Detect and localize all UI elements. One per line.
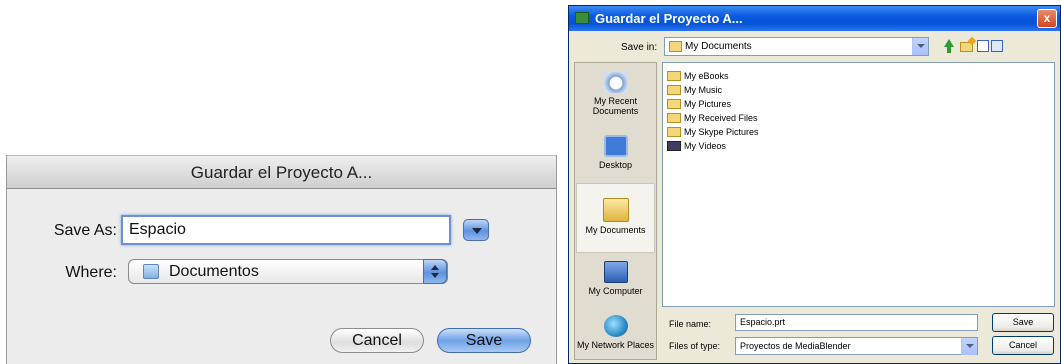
mac-dialog-title: Guardar el Proyecto A... [7, 155, 556, 189]
files-of-type-combo[interactable]: Proyectos de MediaBlender [735, 337, 978, 355]
files-of-type-label: Files of type: [669, 341, 721, 351]
chevron-down-icon [472, 228, 482, 234]
save-as-input[interactable]: Espacio [121, 215, 451, 245]
win-title-bar: Guardar el Proyecto A... x [569, 6, 1060, 31]
my-computer-icon [603, 261, 628, 283]
my-documents-icon [602, 198, 629, 222]
place-my-recent-documents[interactable]: My Recent Documents [576, 67, 655, 127]
list-item[interactable]: My Skype Pictures [667, 125, 759, 139]
save-in-value: My Documents [685, 41, 752, 52]
desktop-icon [603, 135, 628, 157]
folder-icon [667, 71, 681, 81]
dropdown-arrow-icon[interactable] [961, 338, 977, 355]
list-item[interactable]: My eBooks [667, 69, 729, 83]
file-name: My Received Files [684, 113, 758, 123]
app-icon [575, 12, 589, 24]
dropdown-arrow-icon[interactable] [912, 38, 928, 55]
file-name-input[interactable]: Espacio.prt [735, 314, 978, 331]
video-folder-icon [667, 141, 681, 151]
expand-browser-button[interactable] [463, 219, 489, 241]
file-list[interactable]: My eBooks My Music My Pictures My Receiv… [662, 62, 1055, 307]
save-in-label: Save in: [621, 42, 658, 53]
mac-save-dialog: Guardar el Proyecto A... Save As: Espaci… [6, 155, 557, 364]
place-label: Desktop [598, 160, 633, 170]
win-cancel-button[interactable]: Cancel [992, 336, 1054, 355]
folder-icon [667, 85, 681, 95]
list-item[interactable]: My Received Files [667, 111, 758, 125]
where-value: Documentos [169, 263, 259, 280]
folder-icon [667, 127, 681, 137]
up-one-level-button[interactable] [940, 38, 958, 55]
place-my-computer[interactable]: My Computer [576, 259, 655, 307]
file-name: My Skype Pictures [684, 127, 759, 137]
mac-cancel-button[interactable]: Cancel [330, 328, 424, 353]
save-as-label: Save As: [53, 222, 117, 239]
windows-save-dialog: Guardar el Proyecto A... x Save in: My D… [568, 5, 1061, 364]
save-in-combo[interactable]: My Documents [664, 37, 929, 56]
win-save-button[interactable]: Save [992, 313, 1054, 332]
place-label: My Network Places [576, 340, 655, 350]
place-my-network-places[interactable]: My Network Places [576, 313, 655, 359]
place-label: My Recent Documents [592, 96, 639, 116]
place-desktop[interactable]: Desktop [576, 131, 655, 181]
folder-icon [667, 113, 681, 123]
file-name: My eBooks [684, 71, 729, 81]
views-menu-button[interactable] [977, 38, 1003, 55]
close-button[interactable]: x [1037, 9, 1057, 28]
popup-arrows-icon [423, 259, 447, 284]
folder-icon [669, 41, 682, 52]
place-label: My Computer [588, 286, 643, 296]
file-name: My Music [684, 85, 722, 95]
recent-documents-icon [603, 71, 628, 93]
win-dialog-title: Guardar el Proyecto A... [595, 11, 743, 26]
where-popup[interactable]: Documentos [128, 259, 448, 284]
places-bar: My Recent Documents Desktop My Documents… [574, 62, 657, 360]
folder-icon [143, 264, 159, 279]
place-my-documents[interactable]: My Documents [576, 183, 655, 253]
folder-icon [667, 99, 681, 109]
network-places-icon [603, 315, 628, 337]
file-name-label: File name: [669, 319, 712, 329]
files-of-type-value: Proyectos de MediaBlender [740, 341, 851, 351]
list-item[interactable]: My Music [667, 83, 722, 97]
mac-save-button[interactable]: Save [437, 328, 531, 353]
views-icon [977, 40, 989, 52]
where-label: Where: [65, 264, 117, 281]
file-name: My Pictures [684, 99, 732, 109]
new-folder-button[interactable] [958, 36, 977, 55]
list-item[interactable]: My Videos [667, 139, 726, 153]
list-item[interactable]: My Pictures [667, 97, 731, 111]
place-label: My Documents [585, 225, 646, 235]
file-name: My Videos [684, 141, 726, 151]
